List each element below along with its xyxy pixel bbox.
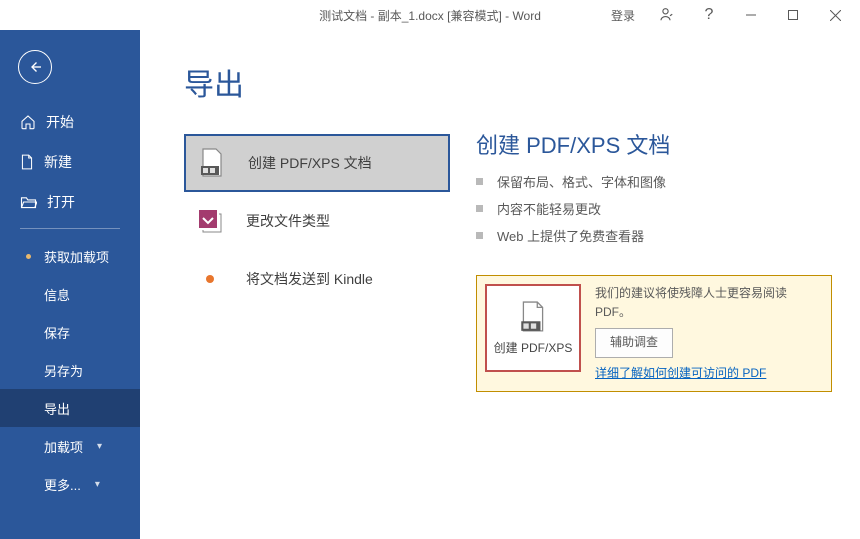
kindle-bullet-icon xyxy=(206,275,214,283)
sidebar-item-save[interactable]: 保存 xyxy=(0,313,140,351)
backstage-sidebar: 开始 新建 打开 获取加载项 信息 保存 另存为 导出 加载项 ▾ xyxy=(0,30,140,539)
home-icon xyxy=(20,114,36,130)
change-type-icon xyxy=(196,207,224,235)
assist-check-button[interactable]: 辅助调查 xyxy=(595,328,673,357)
sidebar-item-more[interactable]: 更多... ▾ xyxy=(0,465,140,503)
sidebar-item-label: 更多... xyxy=(44,475,81,494)
sidebar-item-addins2[interactable]: 加载项 ▾ xyxy=(0,427,140,465)
detail-title: 创建 PDF/XPS 文档 xyxy=(476,128,832,160)
sidebar-item-saveas[interactable]: 另存为 xyxy=(0,351,140,389)
help-icon[interactable]: ? xyxy=(689,0,729,30)
sidebar-item-label: 保存 xyxy=(44,323,70,342)
detail-bullet: 保留布局、格式、字体和图像 xyxy=(476,172,832,191)
export-option-kindle[interactable]: 将文档发送到 Kindle xyxy=(184,250,450,308)
create-pdf-button[interactable]: 创建 PDF/XPS xyxy=(485,284,581,372)
export-option-pdf[interactable]: 创建 PDF/XPS 文档 xyxy=(184,134,450,192)
create-pdf-label: 创建 PDF/XPS xyxy=(494,339,573,356)
sidebar-item-label: 开始 xyxy=(46,112,74,132)
close-button[interactable] xyxy=(815,0,855,30)
back-button[interactable] xyxy=(18,50,52,84)
detail-bullet: Web 上提供了免费查看器 xyxy=(476,226,832,245)
sidebar-item-label: 打开 xyxy=(47,192,75,212)
open-folder-icon xyxy=(20,195,37,209)
minimize-button[interactable] xyxy=(731,0,771,30)
new-indicator-icon xyxy=(26,254,31,259)
titlebar: 测试文档 - 副本_1.docx [兼容模式] - Word 登录 ? xyxy=(0,0,860,30)
sidebar-item-label: 获取加载项 xyxy=(44,247,109,266)
sidebar-divider xyxy=(20,228,120,229)
sidebar-item-label: 信息 xyxy=(44,285,70,304)
accessibility-info-text: 我们的建议将使残障人士更容易阅读 PDF。 xyxy=(595,284,823,322)
account-icon[interactable] xyxy=(647,0,687,30)
sidebar-item-label: 加载项 xyxy=(44,437,83,456)
export-option-label: 将文档发送到 Kindle xyxy=(246,269,373,289)
detail-bullet: 内容不能轻易更改 xyxy=(476,199,832,218)
maximize-button[interactable] xyxy=(773,0,813,30)
sidebar-item-export[interactable]: 导出 xyxy=(0,389,140,427)
sidebar-item-label: 新建 xyxy=(44,152,72,172)
sidebar-item-label: 另存为 xyxy=(44,361,83,380)
export-option-changetype[interactable]: 更改文件类型 xyxy=(184,192,450,250)
sidebar-item-home[interactable]: 开始 xyxy=(0,102,140,142)
export-option-label: 更改文件类型 xyxy=(246,211,330,231)
sidebar-item-new[interactable]: 新建 xyxy=(0,142,140,182)
sidebar-item-info[interactable]: 信息 xyxy=(0,275,140,313)
chevron-down-icon: ▾ xyxy=(97,441,102,452)
accessibility-panel: 创建 PDF/XPS 我们的建议将使残障人士更容易阅读 PDF。 辅助调查 详细… xyxy=(476,275,832,392)
export-option-label: 创建 PDF/XPS 文档 xyxy=(248,153,372,173)
sidebar-item-label: 导出 xyxy=(44,399,70,418)
sidebar-item-open[interactable]: 打开 xyxy=(0,182,140,222)
chevron-down-icon: ▾ xyxy=(95,479,100,490)
pdf-icon xyxy=(519,301,547,333)
accessibility-learn-link[interactable]: 详细了解如何创建可访问的 PDF xyxy=(595,366,766,380)
pdf-icon xyxy=(198,149,226,177)
login-link[interactable]: 登录 xyxy=(601,7,645,24)
page-title: 导出 xyxy=(184,60,462,104)
sidebar-item-addins[interactable]: 获取加载项 xyxy=(0,237,140,275)
detail-bullet-list: 保留布局、格式、字体和图像 内容不能轻易更改 Web 上提供了免费查看器 xyxy=(476,172,832,245)
new-doc-icon xyxy=(20,154,34,170)
